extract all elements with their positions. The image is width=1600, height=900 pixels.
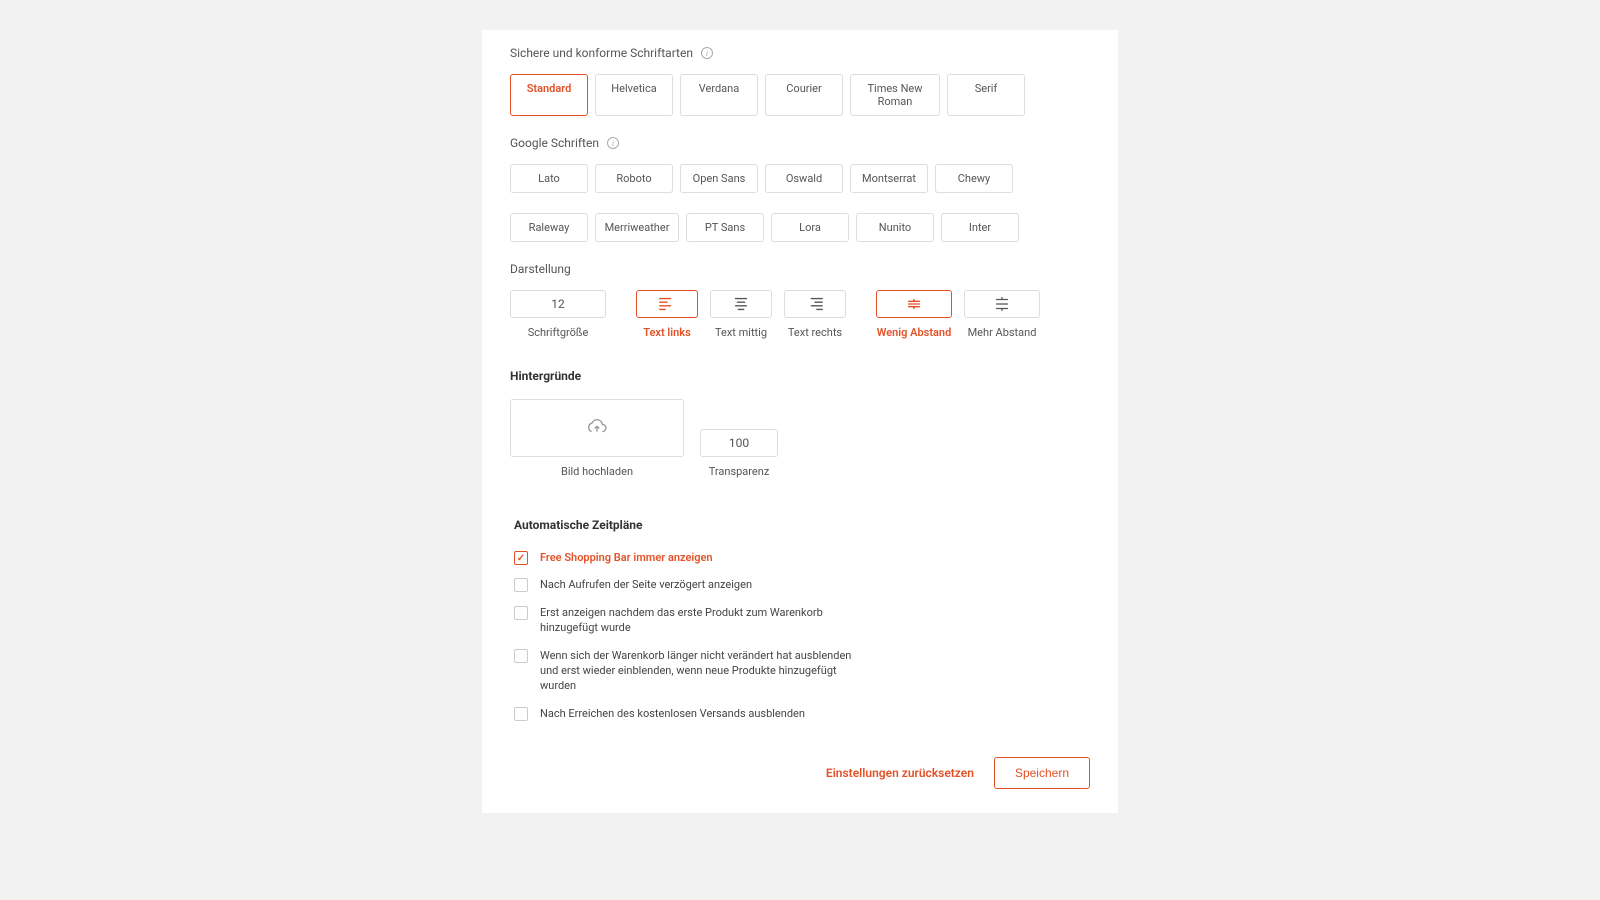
font-chip-merriweather[interactable]: Merriweather <box>595 213 679 242</box>
schedule-item-idle-cart: Wenn sich der Warenkorb länger nicht ver… <box>514 648 854 694</box>
align-center-button[interactable] <box>710 290 772 318</box>
backgrounds-heading: Hintergründe <box>510 369 1090 383</box>
font-size-caption: Schriftgröße <box>528 326 589 339</box>
font-chip-raleway[interactable]: Raleway <box>510 213 588 242</box>
font-chip-open-sans[interactable]: Open Sans <box>680 164 758 193</box>
upload-group: Bild hochladen <box>510 399 684 478</box>
upload-caption: Bild hochladen <box>510 465 684 478</box>
footer: Einstellungen zurücksetzen Speichern <box>510 757 1090 789</box>
checkbox-label-after-first: Erst anzeigen nachdem das erste Produkt … <box>540 605 854 636</box>
checkbox-after-first[interactable] <box>514 606 528 620</box>
save-button[interactable]: Speichern <box>994 757 1090 789</box>
font-chip-nunito[interactable]: Nunito <box>856 213 934 242</box>
align-center-caption: Text mittig <box>715 326 767 339</box>
font-chip-roboto[interactable]: Roboto <box>595 164 673 193</box>
upload-image-box[interactable] <box>510 399 684 457</box>
checkbox-delayed[interactable] <box>514 578 528 592</box>
font-chip-lora[interactable]: Lora <box>771 213 849 242</box>
safe-fonts-label-text: Sichere und konforme Schriftarten <box>510 46 693 60</box>
schedule-item-after-first: Erst anzeigen nachdem das erste Produkt … <box>514 605 854 636</box>
align-left-button[interactable] <box>636 290 698 318</box>
align-right-caption: Text rechts <box>788 326 842 339</box>
checkbox-after-free[interactable] <box>514 707 528 721</box>
font-chip-courier[interactable]: Courier <box>765 74 843 116</box>
font-chip-lato[interactable]: Lato <box>510 164 588 193</box>
info-icon[interactable]: i <box>607 137 619 149</box>
font-chip-inter[interactable]: Inter <box>941 213 1019 242</box>
font-chip-standard[interactable]: Standard <box>510 74 588 116</box>
checkbox-idle-cart[interactable] <box>514 649 528 663</box>
font-chip-times-new-roman[interactable]: Times New Roman <box>850 74 940 116</box>
spacing-loose-caption: Mehr Abstand <box>968 326 1037 339</box>
info-icon[interactable]: i <box>701 47 713 59</box>
checkbox-always[interactable] <box>514 551 528 565</box>
google-fonts-row-1: LatoRobotoOpen SansOswaldMontserratChewy <box>510 164 1090 193</box>
settings-panel: Sichere und konforme Schriftarten i Stan… <box>482 30 1118 813</box>
display-label: Darstellung <box>510 262 1090 276</box>
spacing-loose-button[interactable] <box>964 290 1040 318</box>
google-fonts-label: Google Schriften i <box>510 136 1090 150</box>
font-chip-chewy[interactable]: Chewy <box>935 164 1013 193</box>
google-fonts-label-text: Google Schriften <box>510 136 599 150</box>
safe-fonts-row: StandardHelveticaVerdanaCourierTimes New… <box>510 74 1090 116</box>
schedule-item-always: Free Shopping Bar immer anzeigen <box>514 550 854 565</box>
spacing-tight-caption: Wenig Abstand <box>877 326 952 339</box>
checkbox-label-always: Free Shopping Bar immer anzeigen <box>540 550 713 565</box>
checkbox-label-delayed: Nach Aufrufen der Seite verzögert anzeig… <box>540 577 752 592</box>
display-row: 12 Schriftgröße Text links Text mittig Tex… <box>510 290 1090 339</box>
font-chip-oswald[interactable]: Oswald <box>765 164 843 193</box>
font-chip-serif[interactable]: Serif <box>947 74 1025 116</box>
font-chip-verdana[interactable]: Verdana <box>680 74 758 116</box>
schedule-item-after-free: Nach Erreichen des kostenlosen Versands … <box>514 706 854 721</box>
google-fonts-row-2: RalewayMerriweatherPT SansLoraNunitoInte… <box>510 213 1090 242</box>
checkbox-label-idle-cart: Wenn sich der Warenkorb länger nicht ver… <box>540 648 854 694</box>
font-size-group: 12 Schriftgröße <box>510 290 606 339</box>
align-right-button[interactable] <box>784 290 846 318</box>
cloud-upload-icon <box>586 419 608 437</box>
align-left-caption: Text links <box>643 326 691 339</box>
font-chip-helvetica[interactable]: Helvetica <box>595 74 673 116</box>
schedule-item-delayed: Nach Aufrufen der Seite verzögert anzeig… <box>514 577 854 592</box>
reset-settings-link[interactable]: Einstellungen zurücksetzen <box>826 766 974 780</box>
transparency-caption: Transparenz <box>700 465 778 478</box>
transparency-input[interactable]: 100 <box>700 429 778 457</box>
schedules-heading: Automatische Zeitpläne <box>514 518 1090 532</box>
font-chip-montserrat[interactable]: Montserrat <box>850 164 928 193</box>
checkbox-label-after-free: Nach Erreichen des kostenlosen Versands … <box>540 706 805 721</box>
font-size-input[interactable]: 12 <box>510 290 606 318</box>
spacing-tight-button[interactable] <box>876 290 952 318</box>
backgrounds-row: Bild hochladen 100 Transparenz <box>510 399 1090 478</box>
schedules-list: Free Shopping Bar immer anzeigen Nach Auf… <box>514 550 854 721</box>
safe-fonts-label: Sichere und konforme Schriftarten i <box>510 46 1090 60</box>
font-chip-pt-sans[interactable]: PT Sans <box>686 213 764 242</box>
transparency-group: 100 Transparenz <box>700 429 778 478</box>
